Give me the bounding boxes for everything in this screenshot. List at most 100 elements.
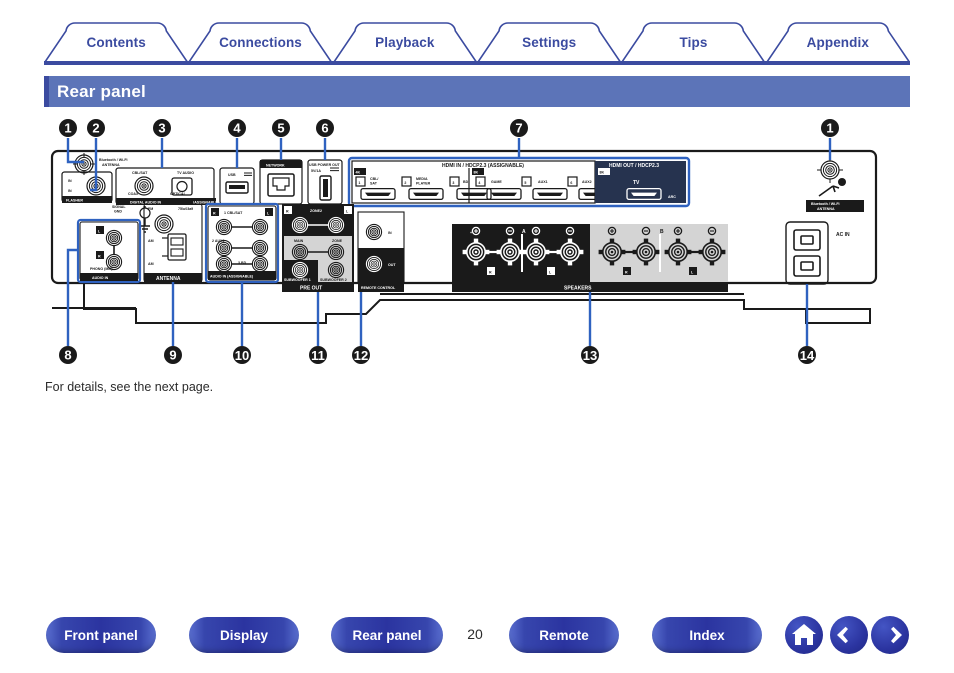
svg-text:USB: USB <box>228 173 236 177</box>
svg-text:HDMI OUT / HDCP2.3: HDMI OUT / HDCP2.3 <box>609 163 659 169</box>
svg-text:AUX2: AUX2 <box>582 180 592 184</box>
svg-text:GAME: GAME <box>491 180 502 184</box>
tab-appendix[interactable]: Appendix <box>765 22 910 62</box>
svg-text:COAX: COAX <box>128 192 139 196</box>
hdmi-block: HDMI IN / HDCP2.3 (ASSIGNABLE) 4K 8K 1 C… <box>347 156 691 208</box>
svg-text:14: 14 <box>800 348 815 363</box>
svg-text:1 CBL/SAT: 1 CBL/SAT <box>224 211 243 215</box>
manual-page: Contents Connections Playback Settings Tips A… <box>0 0 954 673</box>
svg-text:75\u03a9: 75\u03a9 <box>178 207 193 211</box>
svg-text:FLASHER: FLASHER <box>66 198 83 202</box>
footer-index[interactable]: Index <box>652 617 762 653</box>
footer-rear-panel[interactable]: Rear panel <box>331 617 443 653</box>
callout-1-left: 1 <box>59 119 77 137</box>
footer-button-label: Rear panel <box>352 627 422 643</box>
antenna-jack-right: Bluetooth / Wi-Fi ANTENNA <box>806 157 864 212</box>
callout-3: 3 <box>153 119 171 137</box>
svg-text:AC IN: AC IN <box>836 232 850 238</box>
svg-text:5: 5 <box>524 181 526 185</box>
svg-text:IN: IN <box>68 189 72 193</box>
callout-2: 2 <box>87 119 105 137</box>
tab-label: Settings <box>522 34 577 50</box>
svg-text:R: R <box>625 270 628 274</box>
svg-text:R: R <box>489 270 492 274</box>
svg-text:8K: 8K <box>474 171 479 175</box>
arrow-left-icon <box>837 626 857 644</box>
tab-contents[interactable]: Contents <box>44 22 188 62</box>
svg-text:OPTICAL: OPTICAL <box>170 192 187 196</box>
callout-11: 11 <box>309 346 327 364</box>
top-tab-bar: Contents Connections Playback Settings Tips A… <box>44 22 910 66</box>
footer-button-label: Front panel <box>64 627 138 643</box>
svg-text:AUX1: AUX1 <box>538 180 548 184</box>
svg-text:8K: 8K <box>600 171 605 175</box>
svg-text:AUDIO IN (ASSIGNABLE): AUDIO IN (ASSIGNABLE) <box>210 275 254 279</box>
svg-text:12: 12 <box>354 348 368 363</box>
footer-back-button[interactable] <box>830 616 868 654</box>
footer-button-label: Index <box>689 627 725 643</box>
rear-panel-diagram: .ln{stroke:#1a1a1a;fill:none} .bl{stroke… <box>44 112 910 372</box>
svg-text:7: 7 <box>515 121 522 136</box>
svg-text:AM: AM <box>148 239 154 243</box>
footer-button-label: Display <box>219 627 269 643</box>
svg-text:10: 10 <box>235 348 249 363</box>
callout-9: 9 <box>164 346 182 364</box>
svg-text:4: 4 <box>233 121 241 136</box>
svg-text:9: 9 <box>169 348 176 363</box>
svg-text:REMOTE CONTROL: REMOTE CONTROL <box>361 286 396 290</box>
svg-text:1: 1 <box>826 121 833 136</box>
tab-playback[interactable]: Playback <box>332 22 477 62</box>
tab-label: Tips <box>679 34 708 50</box>
svg-text:MAIN: MAIN <box>294 239 304 243</box>
flasher-block: FLASHER IN IN <box>61 171 113 203</box>
svg-text:R: R <box>98 254 101 258</box>
svg-text:5V/1A: 5V/1A <box>311 169 321 173</box>
svg-text:2: 2 <box>404 181 406 185</box>
footer-home-button[interactable] <box>785 616 823 654</box>
tab-tips[interactable]: Tips <box>621 22 766 62</box>
svg-text:IN: IN <box>388 231 392 235</box>
callout-14: 14 <box>798 346 816 364</box>
svg-text:ARC: ARC <box>668 195 676 199</box>
svg-text:R: R <box>213 211 216 215</box>
tab-label: Playback <box>375 34 435 50</box>
page-title-bar: Rear panel <box>44 76 910 107</box>
svg-text:8: 8 <box>64 348 71 363</box>
ac-in-block: AC IN <box>785 221 850 285</box>
svg-text:R: R <box>286 209 289 213</box>
usb-power-out-block: USB POWER OUT 5V/1A <box>307 159 343 205</box>
page-number: 20 <box>467 626 483 642</box>
svg-text:2: 2 <box>92 121 99 136</box>
svg-text:PLAYER: PLAYER <box>416 182 431 186</box>
callout-12: 12 <box>352 346 370 364</box>
svg-text:FM: FM <box>148 207 153 211</box>
tab-settings[interactable]: Settings <box>477 22 621 62</box>
svg-text:GND: GND <box>114 210 122 214</box>
callout-1-right: 1 <box>821 119 839 137</box>
page-title: Rear panel <box>57 81 146 101</box>
phono-audio-in-block: AUDIO IN L R PHONO (MM) <box>76 218 142 284</box>
footer-front-panel[interactable]: Front panel <box>46 617 156 653</box>
svg-text:11: 11 <box>311 348 325 363</box>
svg-text:SAT: SAT <box>370 182 378 186</box>
svg-text:AUDIO IN: AUDIO IN <box>92 276 109 280</box>
svg-text:1: 1 <box>64 121 71 136</box>
svg-text:NETWORK: NETWORK <box>266 163 285 167</box>
footer-remote[interactable]: Remote <box>509 617 619 653</box>
svg-text:OUT: OUT <box>388 263 396 267</box>
digital-audio-in-block: DIGITAL AUDIO IN (ASSIGNABLE) CBL/SAT CO… <box>115 167 220 205</box>
svg-text:ZONE2: ZONE2 <box>310 209 322 213</box>
network-port-block: NETWORK <box>259 159 303 205</box>
footer-nav: Front panel Display Rear panel Remote Index … <box>0 612 954 667</box>
svg-text:TV AUDIO: TV AUDIO <box>177 171 194 175</box>
svg-text:MEDIA: MEDIA <box>416 177 428 181</box>
tab-connections[interactable]: Connections <box>188 22 333 62</box>
footer-forward-button[interactable] <box>871 616 909 654</box>
footer-button-label: Remote <box>539 627 589 643</box>
svg-text:3: 3 <box>158 121 165 136</box>
speakers-block: A + R L B R L SPEAKERS <box>452 224 728 292</box>
footer-display[interactable]: Display <box>189 617 299 653</box>
svg-text:IN: IN <box>68 179 72 183</box>
svg-text:Bluetooth / Wi-Fi: Bluetooth / Wi-Fi <box>811 202 840 206</box>
svg-text:Bluetooth / Wi-Fi: Bluetooth / Wi-Fi <box>99 158 128 162</box>
